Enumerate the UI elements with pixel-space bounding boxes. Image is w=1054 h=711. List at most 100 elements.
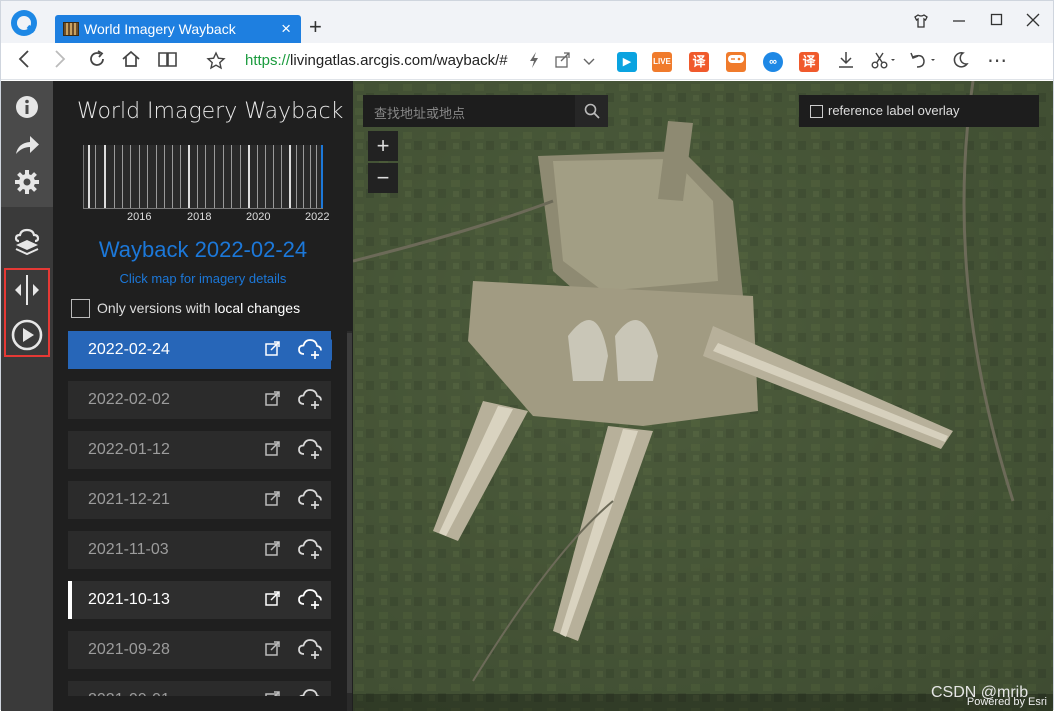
- release-list-scroll-thumb[interactable]: [347, 333, 352, 693]
- timeline-tick[interactable]: [180, 145, 181, 208]
- forward-icon[interactable]: [53, 49, 67, 75]
- tshirt-icon[interactable]: [913, 13, 929, 33]
- release-item[interactable]: 2022-01-12: [68, 431, 331, 469]
- address-bar: https://livingatlas.arcgis.com/wayback/#…: [1, 43, 1053, 80]
- add-to-download-cloud-icon[interactable]: [297, 387, 323, 416]
- bookmark-star-icon[interactable]: [206, 51, 226, 77]
- timeline-tick[interactable]: [197, 145, 198, 208]
- add-to-download-cloud-icon[interactable]: [297, 537, 323, 566]
- close-window-icon[interactable]: [1026, 13, 1040, 31]
- add-to-download-cloud-icon[interactable]: [297, 437, 323, 466]
- add-to-download-cloud-icon[interactable]: [297, 687, 323, 696]
- translate-extension-2-icon[interactable]: 译: [799, 52, 819, 72]
- timeline-tick[interactable]: [214, 145, 215, 208]
- timeline-tick[interactable]: [316, 145, 317, 208]
- home-icon[interactable]: [121, 49, 141, 75]
- timeline-tick[interactable]: [88, 145, 90, 208]
- more-menu-icon[interactable]: ⋯: [987, 48, 1007, 73]
- open-link-icon[interactable]: [264, 639, 282, 657]
- timeline-tick[interactable]: [231, 145, 232, 208]
- map-search-input[interactable]: 查找地址或地点: [363, 95, 575, 127]
- info-icon[interactable]: [1, 94, 53, 125]
- release-item[interactable]: 2021-09-28: [68, 631, 331, 669]
- open-link-icon[interactable]: [264, 439, 282, 457]
- timeline-tick[interactable]: [310, 145, 311, 208]
- open-link-icon[interactable]: [264, 689, 282, 696]
- browser-window: World Imagery Wayback × + https://living…: [0, 0, 1054, 711]
- open-link-icon[interactable]: [264, 589, 282, 607]
- timeline-tick[interactable]: [156, 145, 157, 208]
- timeline-tick[interactable]: [205, 145, 206, 208]
- timeline-tick[interactable]: [303, 145, 304, 208]
- back-icon[interactable]: [17, 49, 31, 75]
- reference-label-toggle[interactable]: reference label overlay: [799, 95, 1039, 127]
- timeline-tick[interactable]: [240, 145, 241, 208]
- video-extension-icon[interactable]: ▶: [617, 52, 637, 72]
- browser-logo-icon[interactable]: [11, 10, 37, 36]
- timeline-tick[interactable]: [257, 145, 258, 208]
- reference-label-checkbox[interactable]: [810, 105, 823, 118]
- cloud-layers-icon[interactable]: [1, 227, 53, 260]
- timeline-tick[interactable]: [104, 145, 106, 208]
- open-link-icon[interactable]: [264, 389, 282, 407]
- timeline-tick[interactable]: [273, 145, 274, 208]
- add-to-download-cloud-icon[interactable]: [297, 587, 323, 616]
- timeline-tick[interactable]: [223, 145, 224, 208]
- local-changes-checkbox[interactable]: [71, 299, 90, 318]
- timeline-tick[interactable]: [114, 145, 115, 208]
- minimize-icon[interactable]: [952, 13, 966, 31]
- new-tab-button[interactable]: +: [309, 14, 322, 40]
- open-link-icon[interactable]: [264, 339, 282, 357]
- lightning-icon[interactable]: [527, 51, 541, 74]
- timeline-tick[interactable]: [139, 145, 140, 208]
- timeline-tick[interactable]: [122, 145, 123, 208]
- timeline-tick[interactable]: [130, 145, 131, 208]
- search-button[interactable]: [575, 95, 608, 127]
- live-extension-icon[interactable]: LIVE: [652, 52, 672, 72]
- chevron-down-icon[interactable]: [582, 53, 596, 73]
- scissors-icon[interactable]: [871, 51, 897, 74]
- tab-close-icon[interactable]: ×: [281, 19, 291, 39]
- tab-world-imagery-wayback[interactable]: World Imagery Wayback ×: [55, 15, 301, 44]
- open-link-icon[interactable]: [264, 539, 282, 557]
- release-item-selected[interactable]: 2022-02-24: [68, 331, 332, 369]
- timeline-tick[interactable]: [147, 145, 148, 208]
- link-extension-icon[interactable]: ∞: [763, 52, 783, 72]
- release-item[interactable]: 2021-09-01: [68, 681, 331, 696]
- timeline-tick[interactable]: [188, 145, 190, 208]
- timeline-tick[interactable]: [281, 145, 282, 208]
- timeline-tick[interactable]: [172, 145, 173, 208]
- gamepad-extension-icon[interactable]: [726, 52, 746, 72]
- zoom-out-button[interactable]: −: [368, 163, 398, 193]
- url-scheme: https://: [245, 52, 291, 69]
- undo-icon[interactable]: [909, 51, 937, 74]
- maximize-icon[interactable]: [990, 13, 1004, 31]
- zoom-in-button[interactable]: +: [368, 131, 398, 161]
- timeline-tick[interactable]: [265, 145, 266, 208]
- imagery-map[interactable]: 查找地址或地点 + − reference label overlay Powe…: [353, 81, 1053, 711]
- timeline-tick[interactable]: [164, 145, 165, 208]
- release-timeline[interactable]: [83, 145, 323, 209]
- gear-icon[interactable]: [1, 168, 53, 201]
- release-item-local-change[interactable]: 2021-10-13: [68, 581, 331, 619]
- timeline-tick[interactable]: [296, 145, 297, 208]
- release-item[interactable]: 2022-02-02: [68, 381, 331, 419]
- timeline-tick-selected[interactable]: [321, 145, 323, 208]
- release-item[interactable]: 2021-11-03: [68, 531, 331, 569]
- share-arrow-icon[interactable]: [1, 133, 53, 162]
- add-to-download-cloud-icon[interactable]: [297, 337, 323, 366]
- url-field[interactable]: https://livingatlas.arcgis.com/wayback/#: [245, 52, 509, 69]
- night-mode-moon-icon[interactable]: [951, 51, 969, 74]
- timeline-tick[interactable]: [289, 145, 291, 208]
- open-link-icon[interactable]: [264, 489, 282, 507]
- add-to-download-cloud-icon[interactable]: [297, 637, 323, 666]
- timeline-tick[interactable]: [248, 145, 250, 208]
- add-to-download-cloud-icon[interactable]: [297, 487, 323, 516]
- share-page-icon[interactable]: [554, 51, 572, 74]
- reader-book-icon[interactable]: [157, 49, 179, 75]
- reload-icon[interactable]: [87, 49, 107, 75]
- release-item[interactable]: 2021-12-21: [68, 481, 331, 519]
- translate-extension-icon[interactable]: 译: [689, 52, 709, 72]
- download-icon[interactable]: [837, 51, 855, 74]
- timeline-tick[interactable]: [95, 145, 96, 208]
